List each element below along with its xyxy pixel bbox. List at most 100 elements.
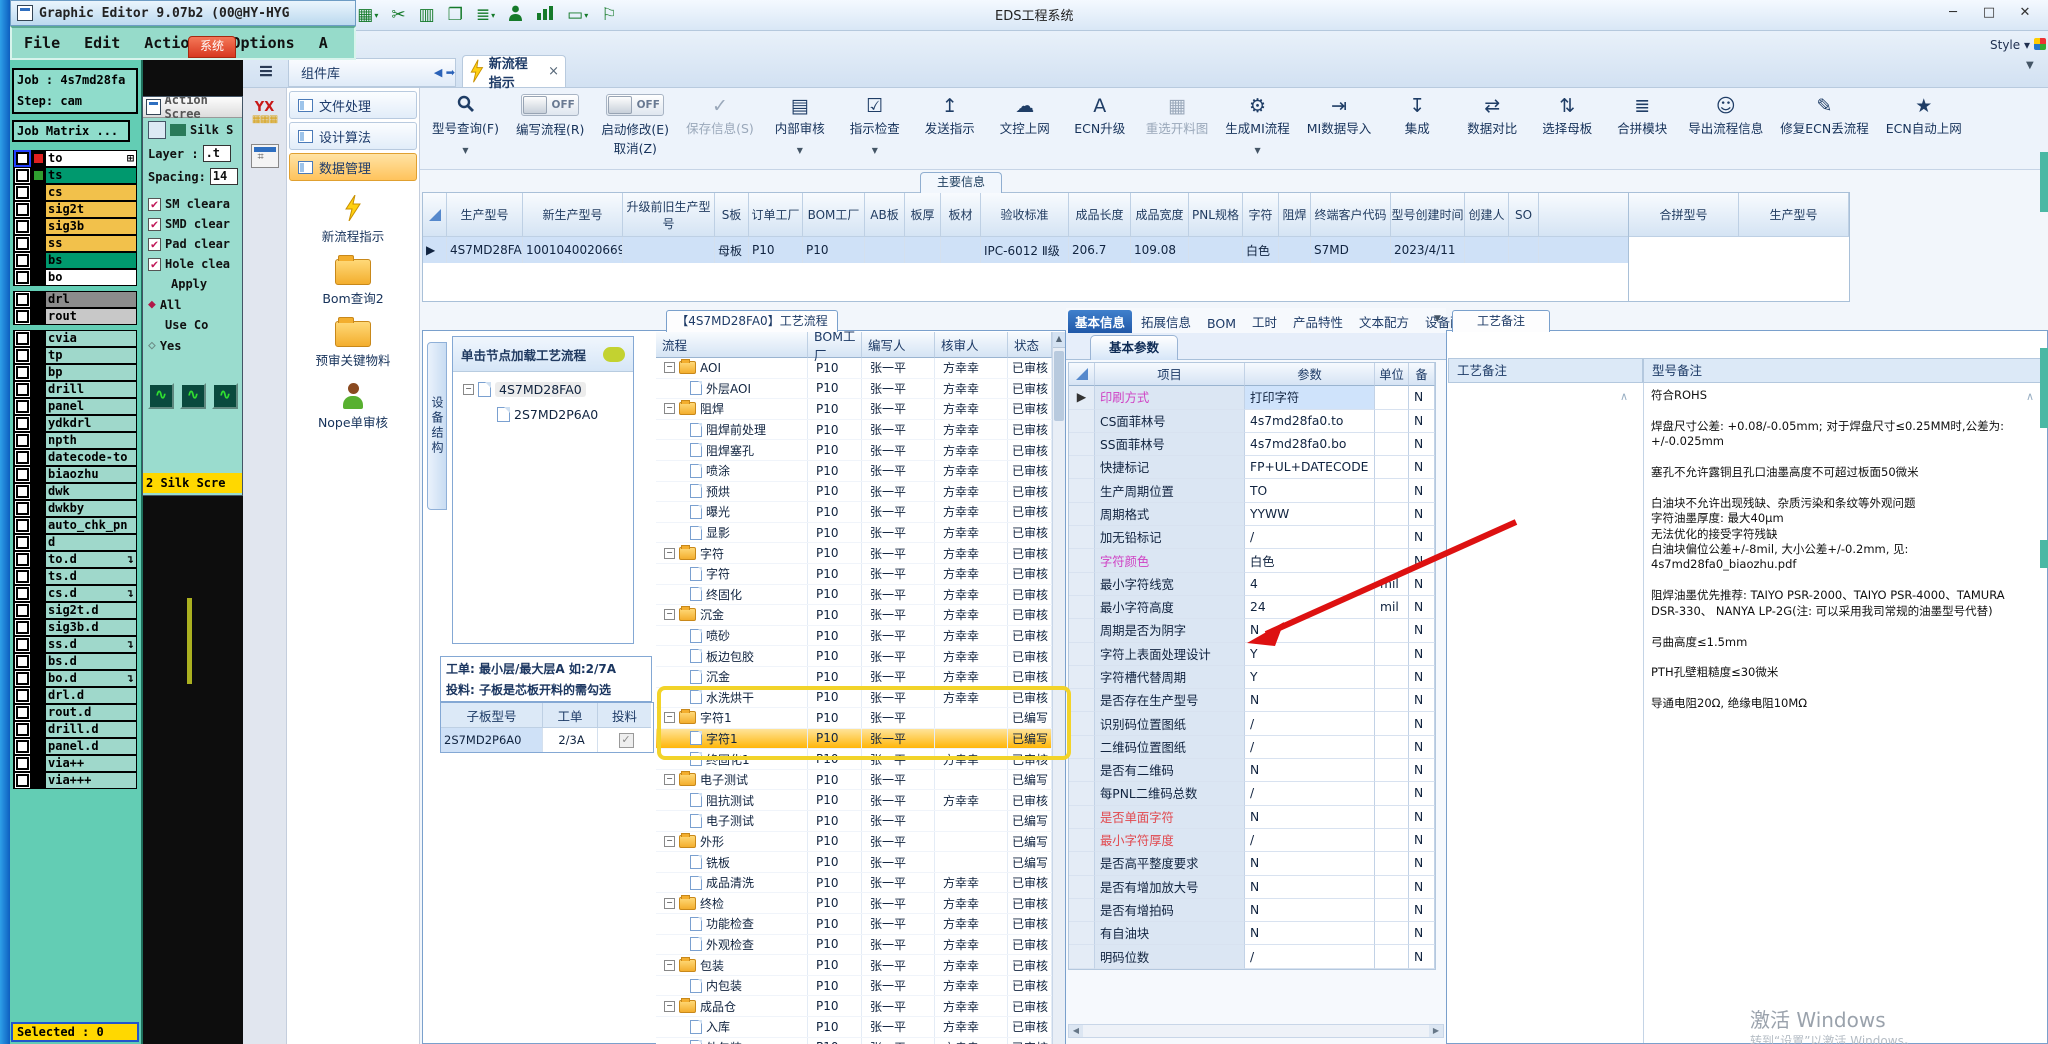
toolbar-重选开料图[interactable]: ▦ 重选开料图	[1146, 94, 1209, 137]
sidebar-item-Nope单审核[interactable]: Nope单审核	[287, 383, 419, 431]
layer-checkbox[interactable]	[13, 568, 32, 585]
radio-all-icon[interactable]: ◆	[148, 297, 156, 312]
param-row[interactable]: 周期格式 YYWW N	[1069, 502, 1435, 527]
layer-row[interactable]: cvia	[13, 330, 137, 347]
tree-expander-icon[interactable]: −	[664, 712, 675, 724]
flow-row[interactable]: − 外形 P10 张一平 已编写	[656, 831, 1052, 853]
toggle-knob[interactable]	[608, 96, 633, 114]
main-col-header[interactable]: 成品宽度	[1131, 193, 1189, 237]
main-col-header[interactable]: 成品长度	[1069, 193, 1131, 237]
scroll-up-icon[interactable]: ▲	[1053, 332, 1065, 348]
layer-checkbox[interactable]	[13, 483, 32, 500]
merge-col-header[interactable]: 合拼型号	[1629, 193, 1739, 237]
flow-row[interactable]: 字符1 P10 张一平 已编写	[656, 728, 1052, 750]
layer-row[interactable]: cs.d ↴	[13, 585, 137, 602]
flow-row[interactable]: 喷砂 P10 张一平 方幸幸 已审核	[656, 625, 1052, 647]
shape-icon[interactable]: ▭ ▾	[567, 5, 588, 25]
layer-name[interactable]: rout.d	[45, 704, 137, 721]
tab-close-icon[interactable]: ×	[548, 64, 559, 79]
sub-col-feed[interactable]: 投料	[598, 703, 651, 728]
layer-name[interactable]: rout	[45, 308, 137, 325]
yx-factory-icon[interactable]: YX ▦▦▦	[250, 101, 280, 126]
layer-name[interactable]: cs.d ↴	[45, 585, 137, 602]
toolbar-MI数据导入[interactable]: ⇥ MI数据导入	[1307, 94, 1371, 137]
calculator-link-icon[interactable]	[250, 144, 279, 168]
param-row[interactable]: 快捷标记 FP+UL+DATECODE N	[1069, 456, 1435, 480]
param-row[interactable]: CS面菲林号 4s7md28fa0.to N	[1069, 409, 1435, 433]
layer-checkbox[interactable]	[13, 184, 32, 201]
flow-row[interactable]: 板边包胶 P10 张一平 方幸幸 已审核	[656, 646, 1052, 667]
main-col-header[interactable]: 升级前旧生产型号	[623, 193, 715, 237]
layer-name[interactable]: panel.d	[45, 738, 137, 755]
layer-row[interactable]: npth	[13, 432, 137, 449]
run-action-icon[interactable]: ∿	[148, 383, 174, 409]
menu-file[interactable]: File	[24, 34, 60, 52]
param-row[interactable]: 最小字符线宽 4 mil N	[1069, 572, 1435, 596]
flow-row[interactable]: 终固化1 P10 张一平 方幸幸 已审核	[656, 749, 1052, 770]
layer-name[interactable]: sig3b	[45, 218, 137, 235]
param-col-header[interactable]: 项目	[1095, 363, 1245, 387]
layer-checkbox[interactable]	[13, 772, 32, 789]
main-col-header[interactable]: 型号创建时间	[1391, 193, 1465, 237]
flow-col-流程[interactable]: 流程	[656, 332, 808, 358]
layer-checkbox[interactable]	[13, 619, 32, 636]
toggle-switch[interactable]: OFF	[521, 94, 580, 116]
sidebar-button-设计算法[interactable]: 设计算法	[289, 122, 417, 150]
toggle-switch[interactable]: OFF	[606, 94, 665, 116]
param-col-header[interactable]: 单位	[1375, 363, 1409, 387]
layer-checkbox[interactable]	[13, 636, 32, 653]
flow-row[interactable]: 终固化 P10 张一平 方幸幸 已审核	[656, 584, 1052, 606]
clearance-check-row[interactable]: ✔ Hole clea	[143, 254, 242, 274]
main-col-header[interactable]: PNL规格	[1189, 193, 1243, 237]
tree-expander-icon[interactable]: −	[463, 384, 474, 395]
style-label[interactable]: Style ▾	[1990, 38, 2030, 52]
layer-row[interactable]: bp	[13, 364, 137, 381]
checkbox-checked-icon[interactable]: ✔	[148, 257, 161, 271]
toolbar-ECN升级[interactable]: A ECN升级	[1071, 94, 1129, 137]
feed-checkbox[interactable]: ✓	[618, 732, 634, 748]
tree-expander-icon[interactable]: −	[664, 835, 675, 847]
tab-main-info[interactable]: 主要信息	[920, 172, 1002, 193]
layer-checkbox[interactable]	[13, 291, 32, 308]
param-row[interactable]: ▶ 印刷方式 打印字符 N	[1069, 386, 1435, 410]
layer-name[interactable]: biaozhu	[45, 466, 137, 483]
collapse-arrows-icon[interactable]: ◀ ➡	[434, 66, 455, 79]
main-col-header[interactable]: 阻焊	[1279, 193, 1311, 237]
main-col-header[interactable]	[1539, 193, 1629, 237]
layer-checkbox[interactable]	[13, 466, 32, 483]
layer-checkbox[interactable]	[13, 150, 32, 167]
tree-expander-icon[interactable]: −	[664, 959, 675, 971]
sub-col-order[interactable]: 工单	[543, 703, 598, 728]
toolbar-内部审核[interactable]: ▤ 内部审核 ▼	[771, 94, 829, 155]
layer-name[interactable]: panel	[45, 398, 137, 415]
radio-all-label[interactable]: All	[160, 298, 182, 312]
tree-expander-icon[interactable]: −	[664, 774, 675, 786]
layer-name[interactable]: ss	[45, 235, 137, 252]
scissors-icon[interactable]: ✂	[391, 5, 405, 25]
apply-label[interactable]: Apply	[171, 277, 207, 291]
dropdown-arrow-icon[interactable]: ▼	[797, 146, 803, 155]
layer-row[interactable]: dwk	[13, 483, 137, 500]
tab-产品特性[interactable]: 产品特性	[1286, 310, 1350, 333]
job-matrix-button[interactable]: Job Matrix ...	[12, 120, 130, 142]
layer-row[interactable]: rout.d	[13, 704, 137, 721]
layer-row[interactable]: dwkby	[13, 500, 137, 517]
flow-row[interactable]: − 终检 P10 张一平 方幸幸 已审核	[656, 893, 1052, 915]
sidebar-item-新流程指示[interactable]: 新流程指示	[287, 194, 419, 245]
layer-name[interactable]: bp	[45, 364, 137, 381]
layer-checkbox[interactable]	[13, 269, 32, 286]
param-row[interactable]: 二维码位置图纸 / N	[1069, 735, 1435, 760]
layer-row[interactable]: ss	[13, 235, 137, 252]
tab-new-flow-instruction[interactable]: 新流程指示 ×	[462, 55, 566, 91]
layer-name[interactable]: auto_chk_pn	[45, 517, 137, 534]
tree-expander-icon[interactable]: −	[664, 1000, 675, 1012]
toolbar-选择母板[interactable]: ⇅ 选择母板	[1538, 94, 1596, 137]
flow-col-核审人[interactable]: 核审人	[935, 332, 1008, 358]
run-action-icon[interactable]: ∿	[180, 383, 206, 409]
flow-row[interactable]: 阻焊前处理 P10 张一平 方幸幸 已审核	[656, 419, 1052, 441]
layer-row[interactable]: bo	[13, 269, 137, 286]
layer-row[interactable]: sig3b	[13, 218, 137, 235]
main-col-header[interactable]: S板	[715, 193, 749, 237]
flow-row[interactable]: − 成品仓 P10 张一平 方幸幸 已审核	[656, 996, 1052, 1017]
layer-checkbox[interactable]	[13, 687, 32, 704]
